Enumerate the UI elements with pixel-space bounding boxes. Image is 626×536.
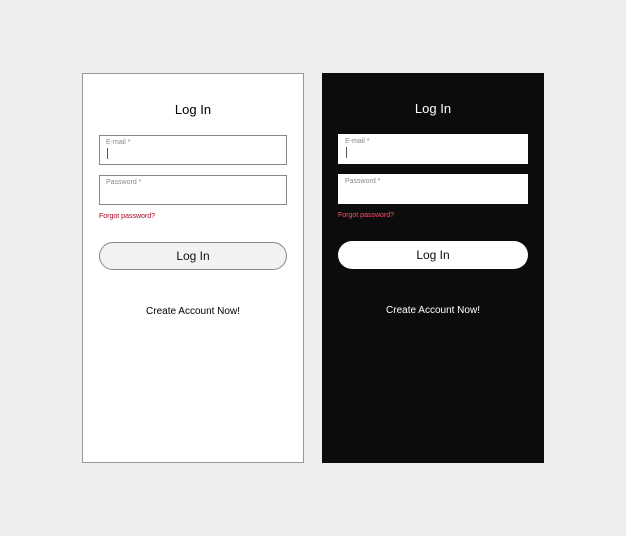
create-account-link[interactable]: Create Account Now! xyxy=(386,305,480,316)
login-button[interactable]: Log In xyxy=(99,242,287,270)
text-cursor-icon xyxy=(107,148,108,159)
page-title: Log In xyxy=(415,101,451,116)
forgot-password-link[interactable]: Forgot password? xyxy=(338,212,528,219)
email-field[interactable]: E-mail * xyxy=(338,134,528,164)
email-label: E-mail * xyxy=(345,138,521,145)
password-field[interactable]: Password * xyxy=(338,174,528,204)
login-card-light: Log In E-mail * Password * Forgot passwo… xyxy=(82,73,304,463)
password-field[interactable]: Password * xyxy=(99,175,287,205)
page-title: Log In xyxy=(175,102,211,117)
email-field[interactable]: E-mail * xyxy=(99,135,287,165)
password-label: Password * xyxy=(345,178,521,185)
create-account-link[interactable]: Create Account Now! xyxy=(146,306,240,317)
forgot-password-link[interactable]: Forgot password? xyxy=(99,213,287,220)
password-label: Password * xyxy=(106,179,280,186)
login-button[interactable]: Log In xyxy=(338,241,528,269)
login-card-dark: Log In E-mail * Password * Forgot passwo… xyxy=(322,73,544,463)
text-cursor-icon xyxy=(346,147,347,158)
email-label: E-mail * xyxy=(106,139,280,146)
